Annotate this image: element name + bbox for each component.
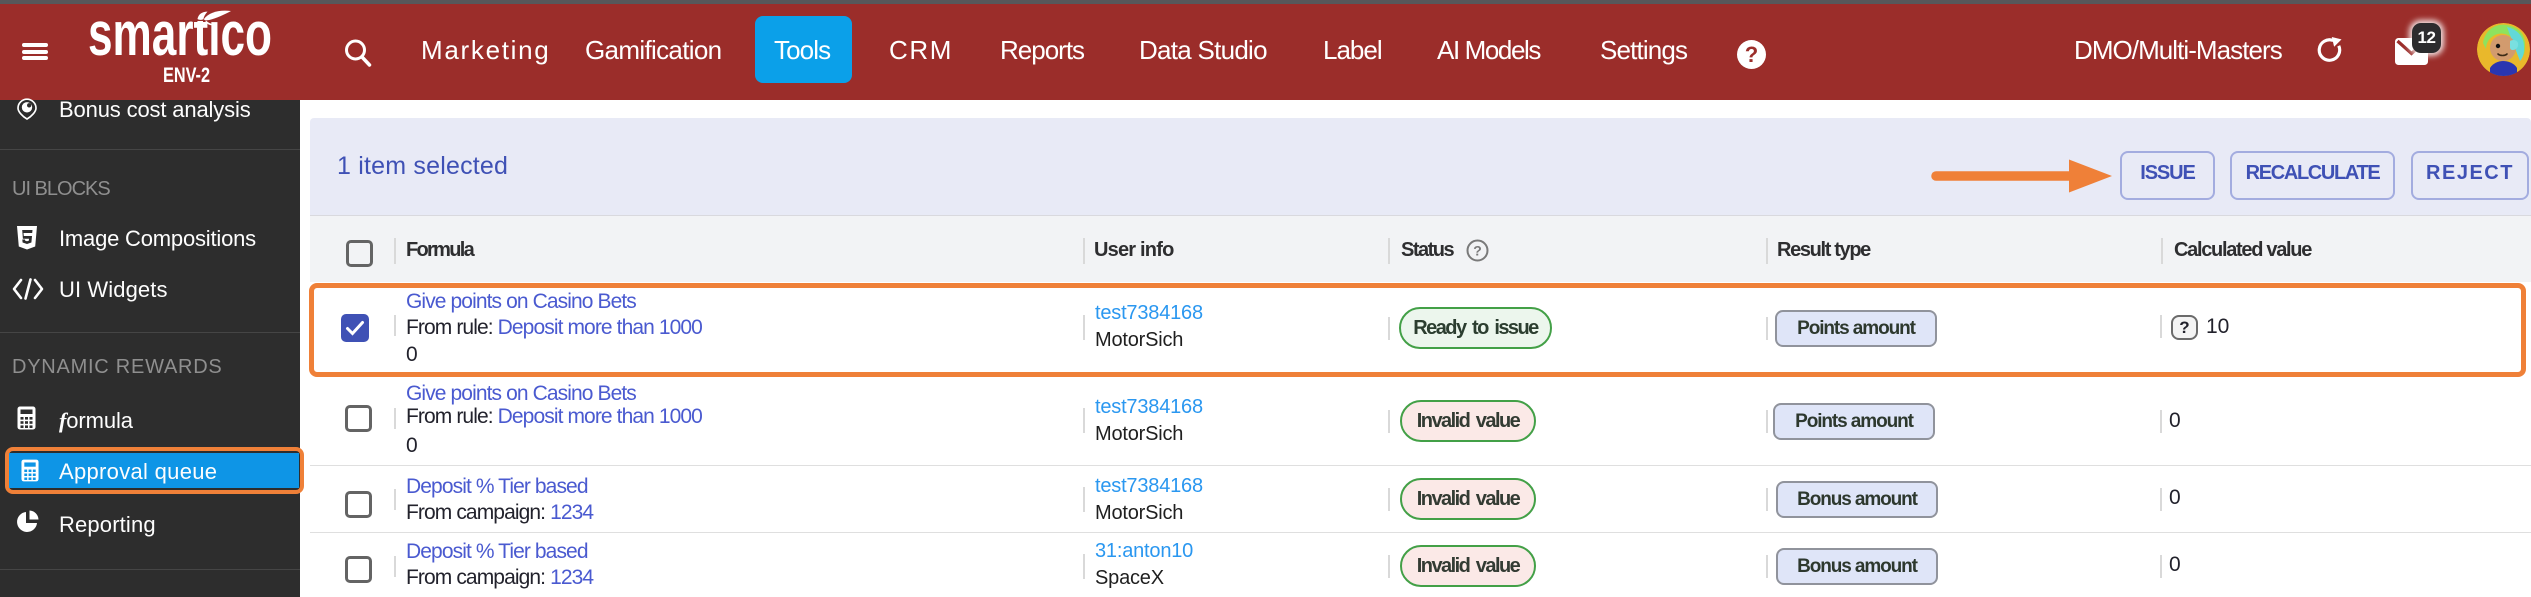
svg-text:ENV-2: ENV-2 bbox=[163, 64, 210, 87]
svg-text:?: ? bbox=[1473, 243, 1482, 259]
svg-text:smartıco: smartıco bbox=[88, 0, 272, 69]
